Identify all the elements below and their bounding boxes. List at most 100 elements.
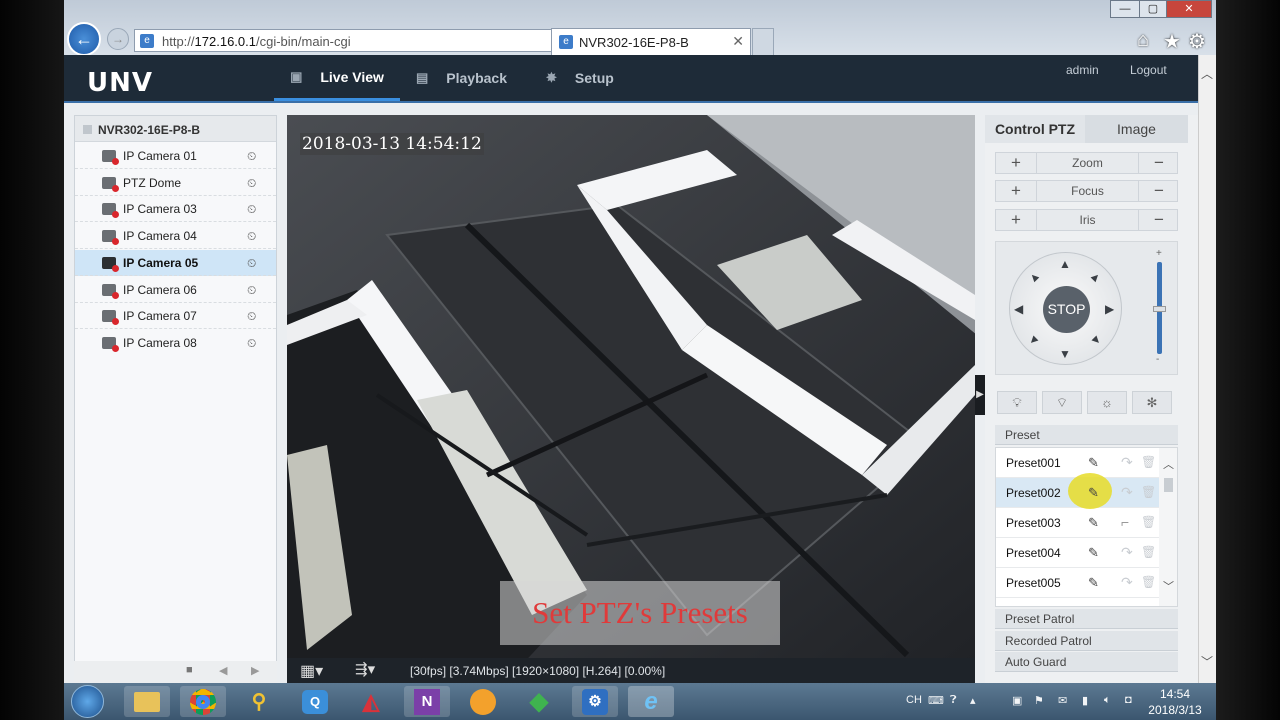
device-tree-root[interactable]: NVR302-16E-P8-B <box>75 116 276 142</box>
iris-open-button[interactable]: + <box>996 210 1036 230</box>
preset-item[interactable]: Preset004 ✎ ↷ 🗑︎ <box>996 538 1159 568</box>
brightness-button[interactable]: ☼ <box>1087 391 1127 414</box>
delete-icon[interactable]: 🗑︎ <box>1141 575 1156 589</box>
edit-icon[interactable]: ✎ <box>1088 575 1099 591</box>
iris-close-button[interactable]: − <box>1139 210 1179 230</box>
arrow-right-icon[interactable]: ▶ <box>1105 302 1114 316</box>
edit-icon[interactable]: ✎ <box>1088 515 1099 531</box>
preset-item[interactable]: Preset001 ✎ ↷ 🗑︎ <box>996 448 1159 478</box>
close-button[interactable]: ✕ <box>1166 0 1212 18</box>
preset-item[interactable]: Preset003 ✎ ⌐ 🗑︎ <box>996 508 1159 538</box>
start-button[interactable] <box>71 685 104 718</box>
speed-slider-handle[interactable] <box>1153 306 1166 312</box>
scroll-down-icon[interactable]: ﹀ <box>1201 653 1213 670</box>
flag-icon[interactable]: ⚑ <box>1034 694 1044 707</box>
orange-app-icon[interactable] <box>460 686 506 717</box>
call-preset-icon[interactable]: ↷ <box>1121 574 1133 591</box>
stop-button[interactable]: STOP <box>1043 286 1090 333</box>
call-preset-icon[interactable]: ↷ <box>1121 484 1133 501</box>
tab-control-ptz[interactable]: Control PTZ <box>985 115 1085 143</box>
camera-item[interactable]: IP Camera 08 ⏲ <box>75 330 276 356</box>
nav-live-view[interactable]: ▣ Live View <box>274 55 400 101</box>
tray-app-icon[interactable]: ✉ <box>1058 694 1067 707</box>
call-preset-icon[interactable]: ⌐ <box>1121 514 1129 530</box>
arrow-down-icon[interactable]: ▼ <box>1059 347 1071 361</box>
language-indicator[interactable]: CH <box>906 694 922 706</box>
arrow-up-icon[interactable]: ▲ <box>1059 257 1071 271</box>
call-preset-icon[interactable]: ↷ <box>1121 544 1133 561</box>
preset-item-highlighted[interactable]: Preset002 ✎ ↷ 🗑︎ <box>996 473 1159 509</box>
arrow-up-right-icon[interactable]: ▲ <box>1087 268 1105 286</box>
playback-icon[interactable]: ⏲ <box>247 202 256 217</box>
qq-icon[interactable]: Q <box>292 686 338 717</box>
tab-close-icon[interactable]: ✕ <box>732 33 744 50</box>
network-icon[interactable]: ▣ <box>1012 694 1022 707</box>
keyboard-icon[interactable]: ⌨ <box>928 694 944 707</box>
help-icon[interactable]: ❓︎ <box>950 694 957 707</box>
scroll-up-icon[interactable]: ︿ <box>1201 65 1213 82</box>
playback-icon[interactable]: ⏲ <box>247 256 256 271</box>
tab-image[interactable]: Image <box>1085 115 1188 143</box>
logout-link[interactable]: Logout <box>1130 63 1167 77</box>
prev-page-icon[interactable]: ◀ <box>219 664 227 677</box>
delete-icon[interactable]: 🗑︎ <box>1141 545 1156 559</box>
layout-grid-icon[interactable]: ▦▾ <box>300 661 323 681</box>
auto-guard-header[interactable]: Auto Guard <box>995 652 1178 672</box>
settings-app-icon[interactable]: ⚙ <box>572 686 618 717</box>
next-page-icon[interactable]: ▶ <box>251 664 259 677</box>
speed-slider[interactable] <box>1153 262 1166 354</box>
playback-icon[interactable]: ⏲ <box>247 176 256 191</box>
video-window[interactable]: 2018-03-13 14:54:12 Set PTZ's Presets <box>287 115 975 670</box>
address-bar[interactable]: e http://172.16.0.1/cgi-bin/main-cgi ⌕▾↻ <box>134 29 611 52</box>
home-icon[interactable]: ⌂ <box>1137 29 1149 52</box>
page-scrollbar[interactable]: ︿ ﹀ <box>1198 55 1216 683</box>
preset-item[interactable]: Preset005 ✎ ↷ 🗑︎ <box>996 568 1159 598</box>
preset-scroll-thumb[interactable] <box>1164 478 1173 492</box>
maximize-button[interactable]: ▢ <box>1139 0 1167 18</box>
preset-scrollbar[interactable]: ︿ ﹀ <box>1159 448 1177 606</box>
folder-icon[interactable] <box>124 686 170 717</box>
favorites-icon[interactable]: ★ <box>1163 29 1181 54</box>
camera-item-selected[interactable]: IP Camera 05 ⏲ <box>75 250 276 276</box>
focus-near-button[interactable]: + <box>996 181 1036 201</box>
arrow-down-right-icon[interactable]: ▼ <box>1087 331 1105 349</box>
zoom-out-button[interactable]: − <box>1139 153 1179 173</box>
call-preset-icon[interactable]: ↷ <box>1121 454 1133 471</box>
camera-item[interactable]: PTZ Dome ⏲ <box>75 170 276 196</box>
tray-arrow-icon[interactable]: ▴ <box>970 694 976 707</box>
search-tool-icon[interactable]: ⚲ <box>236 686 282 717</box>
camera-item[interactable]: IP Camera 06 ⏲ <box>75 277 276 303</box>
forward-icon[interactable]: → <box>107 28 129 50</box>
collapse-panel-icon[interactable]: ▶ <box>975 375 985 415</box>
back-icon[interactable]: ← <box>67 22 101 56</box>
tray-extra-icon[interactable]: ◘ <box>1125 694 1132 706</box>
delete-icon[interactable]: 🗑︎ <box>1141 515 1156 529</box>
url-text[interactable]: http://172.16.0.1/cgi-bin/main-cgi <box>162 34 351 49</box>
camera-item[interactable]: IP Camera 04 ⏲ <box>75 223 276 249</box>
preset-scroll-down-icon[interactable]: ﹀ <box>1163 578 1174 594</box>
edit-icon[interactable]: ✎ <box>1088 545 1099 561</box>
nav-setup[interactable]: ✸ Setup <box>546 55 614 101</box>
arrow-left-icon[interactable]: ◀ <box>1014 302 1023 316</box>
preset-header[interactable]: Preset <box>995 425 1178 445</box>
settings-icon[interactable]: ⚙ <box>1188 29 1206 54</box>
snow-button[interactable]: ✻ <box>1132 391 1172 414</box>
expand-icon[interactable] <box>83 125 92 134</box>
nav-playback[interactable]: ▤ Playback <box>416 55 507 101</box>
camera-item[interactable]: IP Camera 07 ⏲ <box>75 303 276 329</box>
minimize-button[interactable]: — <box>1110 0 1140 18</box>
preset-scroll-up-icon[interactable]: ︿ <box>1163 456 1174 472</box>
ie-icon[interactable]: e <box>628 686 674 717</box>
focus-far-button[interactable]: − <box>1139 181 1179 201</box>
stream-select-icon[interactable]: ⇶▾ <box>355 660 375 678</box>
arrow-down-left-icon[interactable]: ▼ <box>1025 331 1043 349</box>
wiper-button[interactable]: ⌔ <box>1042 391 1082 414</box>
zoom-in-button[interactable]: + <box>996 153 1036 173</box>
green-app-icon[interactable]: ◆ <box>516 686 562 717</box>
chrome-icon[interactable] <box>180 686 226 717</box>
arrow-up-left-icon[interactable]: ▲ <box>1025 268 1043 286</box>
recorded-patrol-header[interactable]: Recorded Patrol <box>995 631 1178 651</box>
edit-icon[interactable]: ✎ <box>1088 455 1099 471</box>
volume-icon[interactable]: 🔈︎ <box>1104 694 1111 707</box>
camera-item[interactable]: IP Camera 01 ⏲ <box>75 143 276 169</box>
